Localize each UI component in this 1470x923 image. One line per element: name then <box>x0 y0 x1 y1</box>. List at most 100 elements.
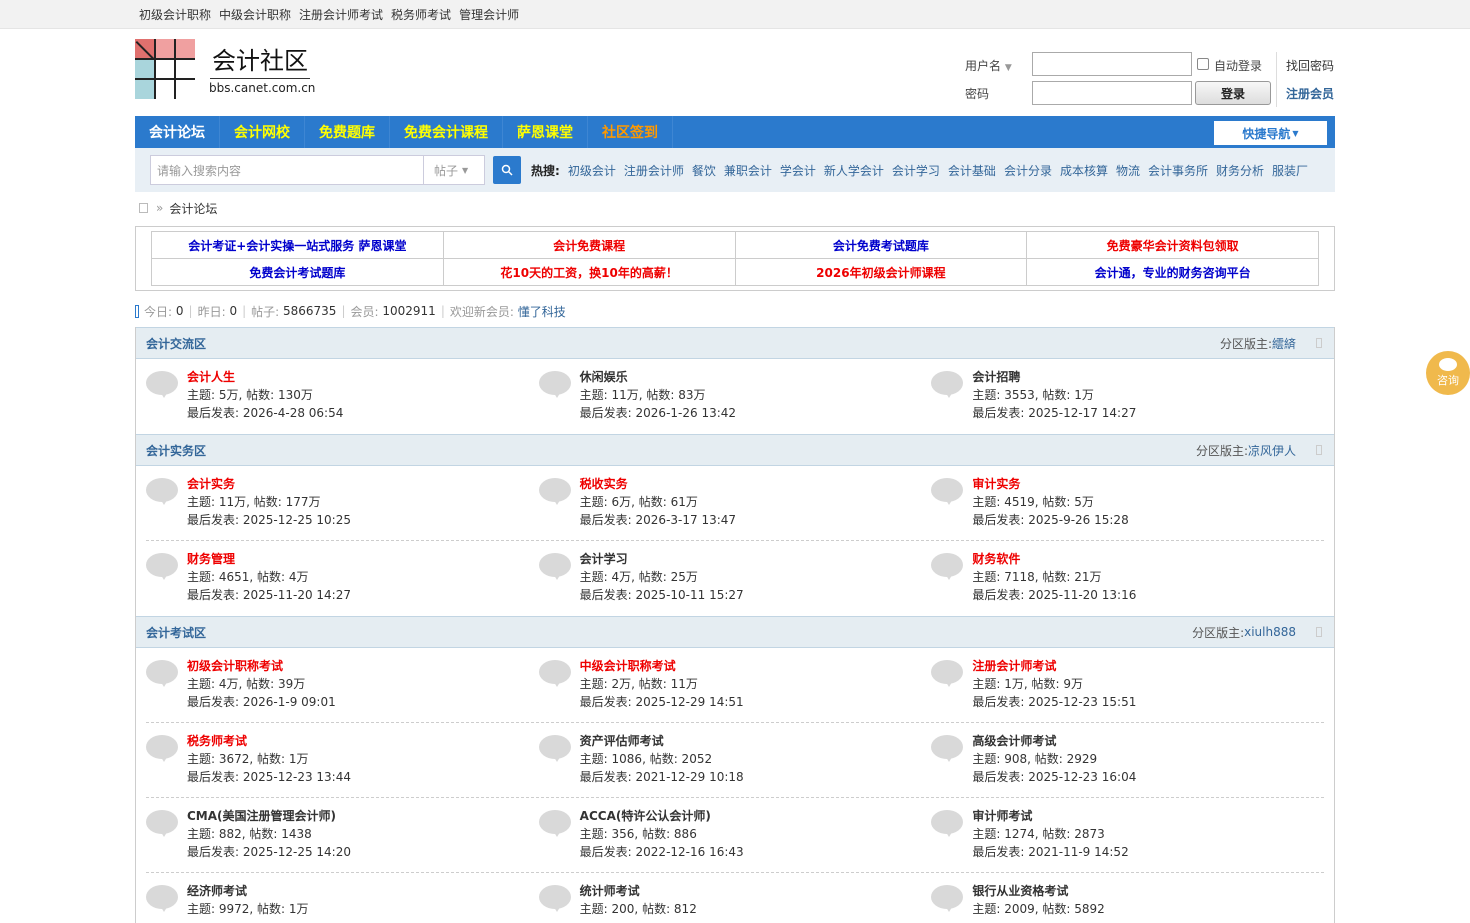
forum-last-post[interactable]: 最后发表: 2026-1-26 13:42 <box>580 404 736 422</box>
hot-search-link[interactable]: 餐饮 <box>692 162 716 179</box>
auto-login-label[interactable]: 自动登录 <box>1214 57 1262 74</box>
forum-last-post[interactable]: 最后发表: 2025-12-17 14:27 <box>972 404 1136 422</box>
forum-title[interactable]: 审计师考试 <box>972 807 1128 825</box>
collapse-icon[interactable] <box>1316 445 1322 455</box>
hot-search-link[interactable]: 会计事务所 <box>1148 162 1208 179</box>
hot-search-link[interactable]: 会计学习 <box>892 162 940 179</box>
forum-last-post[interactable]: 最后发表: 2025-9-26 15:28 <box>972 511 1128 529</box>
moderator-link[interactable]: xiulh888 <box>1244 625 1296 639</box>
login-button[interactable]: 登录 <box>1195 81 1271 105</box>
forum-title[interactable]: 资产评估师考试 <box>580 732 744 750</box>
ad-link[interactable]: 花10天的工资，换10年的高薪！ <box>442 258 736 286</box>
nav-item-questions[interactable]: 免费题库 <box>305 116 390 148</box>
forum-title[interactable]: 会计招聘 <box>972 368 1136 386</box>
forum-last-post[interactable]: 最后发表: 2021-12-29 10:18 <box>580 768 744 786</box>
forum-item: 会计实务 主题: 11万, 帖数: 177万 最后发表: 2025-12-25 10… <box>146 466 539 540</box>
search-button[interactable] <box>493 156 521 184</box>
forum-last-post[interactable]: 最后发表: 2025-12-25 14:20 <box>187 843 351 861</box>
search-type-select[interactable]: 帖子 ▼ <box>424 155 485 185</box>
moderator-link[interactable]: 凉风伊人 <box>1248 442 1296 459</box>
forum-last-post[interactable]: 最后发表: 2022-12-16 16:43 <box>580 843 744 861</box>
ad-link[interactable]: 会计考证+会计实操一站式服务 萨恩课堂 <box>151 231 444 259</box>
hot-search-link[interactable]: 注册会计师 <box>624 162 684 179</box>
forum-last-post[interactable]: 最后发表: 2025-11-20 14:27 <box>187 586 351 604</box>
section-title[interactable]: 会计考试区 <box>146 624 206 641</box>
logo-icon[interactable] <box>135 39 195 99</box>
hot-search-link[interactable]: 学会计 <box>780 162 816 179</box>
home-icon[interactable] <box>139 203 148 213</box>
quick-nav-button[interactable]: 快捷导航 ▼ <box>1214 121 1327 145</box>
forum-title[interactable]: 统计师考试 <box>580 882 697 900</box>
top-link[interactable]: 税务师考试 <box>391 6 451 23</box>
hot-search-link[interactable]: 会计基础 <box>948 162 996 179</box>
forum-title[interactable]: 税务师考试 <box>187 732 351 750</box>
ad-link[interactable]: 会计免费考试题库 <box>734 231 1028 259</box>
username-label[interactable]: 用户名 ▼ <box>965 57 1012 74</box>
forum-last-post[interactable]: 最后发表: 2025-12-29 14:51 <box>580 693 744 711</box>
forum-title[interactable]: 会计人生 <box>187 368 343 386</box>
forum-last-post[interactable]: 最后发表: 2025-11-20 13:16 <box>972 586 1136 604</box>
hot-search-link[interactable]: 物流 <box>1116 162 1140 179</box>
forum-last-post[interactable]: 最后发表: 2025-12-23 15:51 <box>972 693 1136 711</box>
forum-title[interactable]: 休闲娱乐 <box>580 368 736 386</box>
new-member-link[interactable]: 懂了科技 <box>518 303 566 320</box>
forum-title[interactable]: 注册会计师考试 <box>972 657 1136 675</box>
forum-last-post[interactable]: 最后发表: 2021-11-9 14:52 <box>972 843 1128 861</box>
nav-item-forum[interactable]: 会计论坛 <box>135 116 220 148</box>
username-input[interactable] <box>1032 52 1192 76</box>
forum-title[interactable]: 会计实务 <box>187 475 351 493</box>
site-title[interactable]: 会计社区 <box>210 41 310 79</box>
top-link[interactable]: 中级会计职称 <box>219 6 291 23</box>
moderator-link[interactable]: 繧緕 <box>1272 335 1296 352</box>
hot-search-link[interactable]: 服装厂 <box>1272 162 1308 179</box>
forum-title[interactable]: 银行从业资格考试 <box>972 882 1104 900</box>
collapse-icon[interactable] <box>1316 338 1322 348</box>
forum-title[interactable]: 审计实务 <box>972 475 1128 493</box>
hot-search-link[interactable]: 会计分录 <box>1004 162 1052 179</box>
ad-link[interactable]: 免费豪华会计资料包领取 <box>1026 231 1319 259</box>
top-link[interactable]: 初级会计职称 <box>139 6 211 23</box>
forum-title[interactable]: CMA(美国注册管理会计师) <box>187 807 351 825</box>
forum-last-post[interactable]: 最后发表: 2026-4-28 06:54 <box>187 404 343 422</box>
hot-search-link[interactable]: 初级会计 <box>568 162 616 179</box>
ad-link[interactable]: 会计免费课程 <box>442 231 736 259</box>
auto-login-checkbox[interactable] <box>1197 58 1209 70</box>
forum-last-post[interactable]: 最后发表: 2025-10-11 15:27 <box>580 586 744 604</box>
search-input[interactable]: 请输入搜索内容 <box>150 155 424 185</box>
forum-title[interactable]: 会计学习 <box>580 550 744 568</box>
top-link[interactable]: 管理会计师 <box>459 6 519 23</box>
forum-last-post[interactable]: 最后发表: 2026-3-17 13:47 <box>580 511 736 529</box>
forum-title[interactable]: ACCA(特许公认会计师) <box>580 807 744 825</box>
forum-last-post[interactable]: 最后发表: 2026-1-9 09:01 <box>187 693 336 711</box>
nav-item-signin[interactable]: 社区签到 <box>588 116 673 148</box>
hot-search-link[interactable]: 成本核算 <box>1060 162 1108 179</box>
ad-link[interactable]: 2026年初级会计师课程 <box>734 258 1028 286</box>
forum-title[interactable]: 税收实务 <box>580 475 736 493</box>
forum-title[interactable]: 初级会计职称考试 <box>187 657 336 675</box>
breadcrumb-current[interactable]: 会计论坛 <box>169 200 217 217</box>
forum-title[interactable]: 高级会计师考试 <box>972 732 1136 750</box>
register-link[interactable]: 注册会员 <box>1286 85 1334 102</box>
section-title[interactable]: 会计实务区 <box>146 442 206 459</box>
nav-item-school[interactable]: 会计网校 <box>220 116 305 148</box>
hot-search-link[interactable]: 财务分析 <box>1216 162 1264 179</box>
password-input[interactable] <box>1032 81 1192 105</box>
collapse-icon[interactable] <box>1316 627 1322 637</box>
nav-item-courses[interactable]: 免费会计课程 <box>390 116 503 148</box>
nav-item-classroom[interactable]: 萨恩课堂 <box>503 116 588 148</box>
forum-title[interactable]: 经济师考试 <box>187 882 309 900</box>
hot-search-link[interactable]: 兼职会计 <box>724 162 772 179</box>
forum-last-post[interactable]: 最后发表: 2025-12-23 16:04 <box>972 768 1136 786</box>
consult-button[interactable]: 咨询 <box>1426 351 1470 395</box>
find-password-link[interactable]: 找回密码 <box>1286 57 1334 74</box>
ad-link[interactable]: 免费会计考试题库 <box>151 258 444 286</box>
ad-link[interactable]: 会计通，专业的财务咨询平台 <box>1026 258 1319 286</box>
top-link[interactable]: 注册会计师考试 <box>299 6 383 23</box>
forum-title[interactable]: 中级会计职称考试 <box>580 657 744 675</box>
section-title[interactable]: 会计交流区 <box>146 335 206 352</box>
forum-title[interactable]: 财务管理 <box>187 550 351 568</box>
hot-search-link[interactable]: 新人学会计 <box>824 162 884 179</box>
forum-last-post[interactable]: 最后发表: 2025-12-25 10:25 <box>187 511 351 529</box>
forum-last-post[interactable]: 最后发表: 2025-12-23 13:44 <box>187 768 351 786</box>
forum-title[interactable]: 财务软件 <box>972 550 1136 568</box>
